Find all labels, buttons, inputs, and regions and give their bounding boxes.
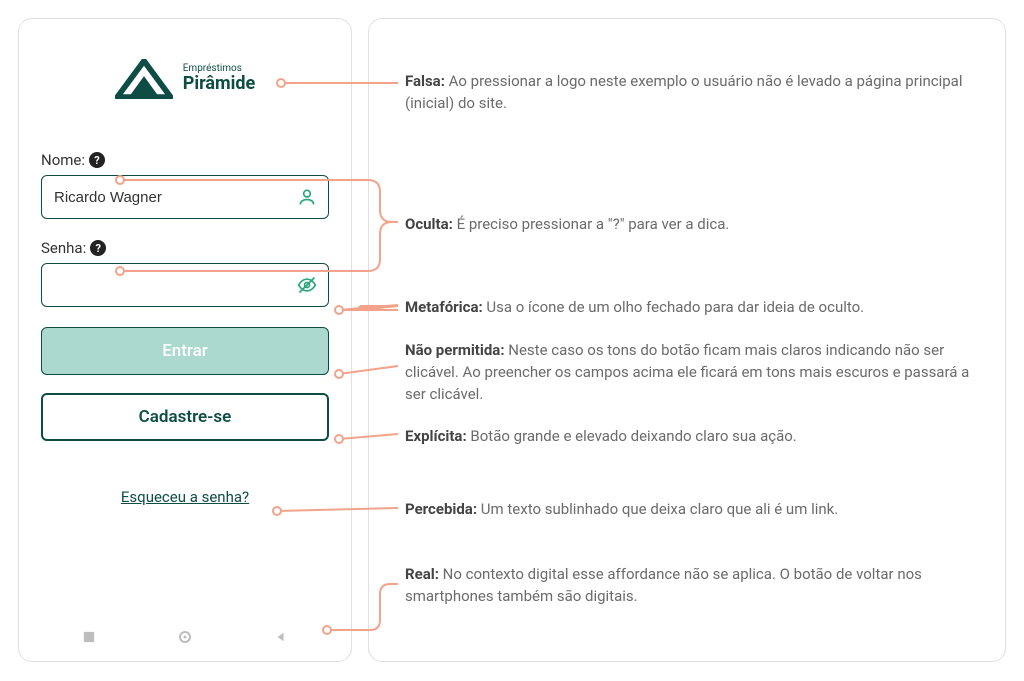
signup-button[interactable]: Cadastre-se xyxy=(41,393,329,441)
connector-dot xyxy=(322,625,332,635)
name-field-row: Nome: ? xyxy=(41,151,329,219)
annotation-explicita: Explícita: Botão grande e elevado deixan… xyxy=(405,426,985,448)
connector-dot xyxy=(115,175,125,185)
connector-dot xyxy=(334,369,344,379)
user-icon xyxy=(297,187,317,207)
pyramid-icon xyxy=(115,59,173,99)
eye-off-icon[interactable] xyxy=(297,275,317,295)
signup-button-label: Cadastre-se xyxy=(139,407,232,427)
annotation-panel: Falsa: Ao pressionar a logo neste exempl… xyxy=(368,18,1006,662)
back-icon[interactable] xyxy=(274,630,288,644)
annotation-percebida: Percebida: Um texto sublinhado que deixa… xyxy=(405,499,985,521)
recent-apps-icon[interactable] xyxy=(82,630,96,644)
connector-dot xyxy=(115,266,125,276)
login-panel: Empréstimos Pirâmide Nome: ? Senha: ? xyxy=(18,18,352,662)
help-icon[interactable]: ? xyxy=(90,240,106,256)
connector-dot xyxy=(334,434,344,444)
password-input[interactable] xyxy=(41,263,329,307)
annotation-nao-permitida: Não permitida: Neste caso os tons do bot… xyxy=(405,340,985,405)
name-input[interactable] xyxy=(41,175,329,219)
android-nav-bar xyxy=(41,619,329,655)
connector-dot xyxy=(276,78,286,88)
connector-dot xyxy=(334,305,344,315)
login-button[interactable]: Entrar xyxy=(41,327,329,375)
connector-dot xyxy=(272,506,282,516)
password-field-row: Senha: ? xyxy=(41,239,329,307)
annotation-real: Real: No contexto digital esse affordanc… xyxy=(405,564,985,608)
home-icon[interactable] xyxy=(178,630,192,644)
name-label: Nome: xyxy=(41,151,85,169)
help-icon[interactable]: ? xyxy=(89,152,105,168)
annotation-metaforica: Metafórica: Usa o ícone de um olho fecha… xyxy=(405,297,985,319)
logo-title: Pirâmide xyxy=(183,75,256,94)
annotation-falsa: Falsa: Ao pressionar a logo neste exempl… xyxy=(405,71,975,115)
login-button-label: Entrar xyxy=(162,341,208,361)
logo[interactable]: Empréstimos Pirâmide xyxy=(41,59,329,99)
forgot-password-link[interactable]: Esqueceu a senha? xyxy=(121,488,249,506)
password-label: Senha: xyxy=(41,239,86,257)
annotation-oculta: Oculta: É preciso pressionar a "?" para … xyxy=(405,214,975,236)
